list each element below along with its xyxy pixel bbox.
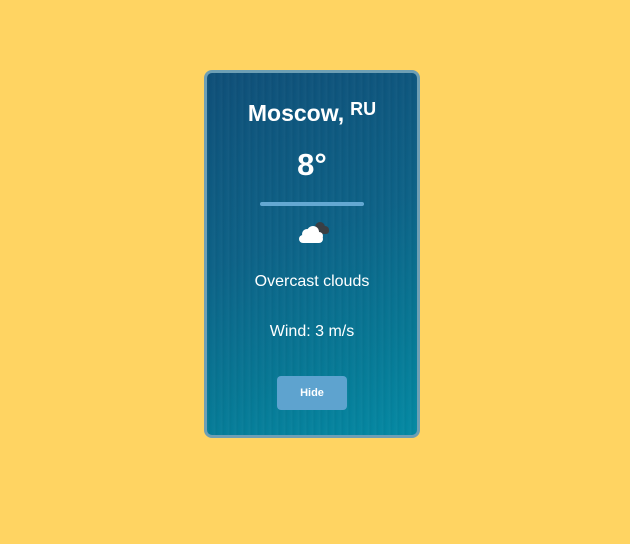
wind-speed: Wind: 3 m/s [269,323,355,340]
weather-description: Overcast clouds [254,273,370,290]
divider [260,202,364,206]
hide-button[interactable]: Hide [277,376,347,410]
temperature: 8° [297,147,327,182]
country-code: RU [350,99,377,119]
weather-card: Moscow, RU 8° Overcast clouds Wind: 3 m/s… [204,70,420,438]
overcast-clouds-icon [293,217,333,249]
city-name: Moscow, [247,100,345,126]
location-title: Moscow, RU [207,99,417,127]
